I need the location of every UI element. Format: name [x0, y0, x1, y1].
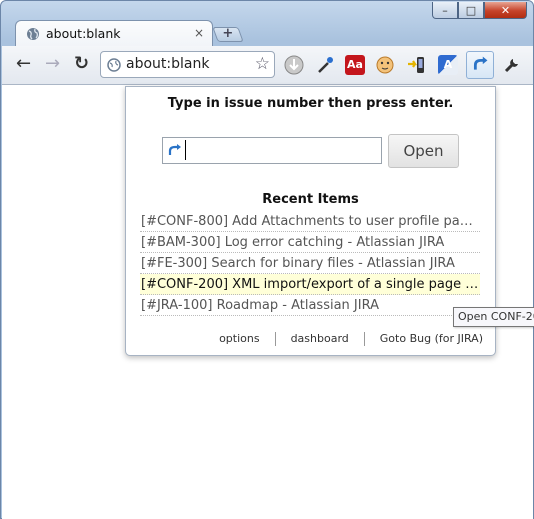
- recent-item[interactable]: [#BAM-300] Log error catching - Atlassia…: [140, 232, 480, 253]
- back-button[interactable]: ←: [16, 54, 31, 74]
- popup-prompt: Type in issue number then press enter.: [167, 96, 454, 111]
- plus-icon: +: [222, 26, 234, 41]
- url-text: about:blank: [126, 56, 210, 72]
- recent-items-heading: Recent Items: [262, 192, 359, 207]
- recent-item[interactable]: [#FE-300] Search for binary files - Atla…: [140, 253, 480, 274]
- bookmark-star-icon[interactable]: ☆: [255, 54, 270, 74]
- jira-goto-icon[interactable]: [466, 51, 494, 79]
- download-icon[interactable]: [284, 55, 304, 75]
- tooltip: Open CONF-200: [453, 307, 534, 327]
- maximize-button[interactable]: □: [458, 2, 484, 19]
- window-controls: – □ ✕: [432, 2, 527, 19]
- recent-item[interactable]: [#JRA-100] Roadmap - Atlassian JIRA: [140, 295, 480, 316]
- tab-close-icon[interactable]: ×: [194, 26, 204, 40]
- jira-goto-icon: [168, 144, 181, 155]
- popup-footer-links: options dashboard Goto Bug (for JIRA): [204, 332, 483, 346]
- address-bar[interactable]: about:blank ☆: [100, 51, 275, 78]
- recent-item[interactable]: [#CONF-800] Add Attachments to user prof…: [140, 211, 480, 232]
- recent-items-list: [#CONF-800] Add Attachments to user prof…: [140, 211, 480, 316]
- phone-icon[interactable]: [406, 55, 426, 75]
- dictionary-icon[interactable]: Aa: [345, 55, 365, 75]
- issue-number-input[interactable]: [185, 140, 376, 160]
- close-button[interactable]: ✕: [484, 2, 527, 19]
- minimize-button[interactable]: –: [432, 2, 458, 19]
- goto-bug-popup: Type in issue number then press enter. O…: [125, 86, 496, 356]
- goto-bug-link[interactable]: Goto Bug (for JIRA): [363, 332, 483, 346]
- translate-icon[interactable]: A: [438, 55, 458, 75]
- face-icon[interactable]: [375, 55, 395, 75]
- new-tab-button[interactable]: +: [212, 26, 244, 42]
- toolbar: ← → ↻ about:blank ☆ Aa A: [2, 46, 533, 85]
- tab-about-blank[interactable]: about:blank ×: [15, 20, 213, 47]
- tab-title: about:blank: [46, 26, 121, 41]
- options-link[interactable]: options: [204, 332, 275, 346]
- page-icon: [107, 58, 121, 72]
- globe-icon: [27, 28, 39, 40]
- eyedropper-icon[interactable]: [315, 55, 335, 75]
- open-button[interactable]: Open: [388, 134, 459, 168]
- recent-item[interactable]: [#CONF-200] XML import/export of a singl…: [140, 274, 480, 295]
- issue-number-field[interactable]: [162, 137, 382, 164]
- wrench-icon[interactable]: [502, 55, 522, 75]
- reload-button[interactable]: ↻: [74, 54, 89, 74]
- dashboard-link[interactable]: dashboard: [274, 332, 364, 346]
- forward-button[interactable]: →: [45, 54, 60, 74]
